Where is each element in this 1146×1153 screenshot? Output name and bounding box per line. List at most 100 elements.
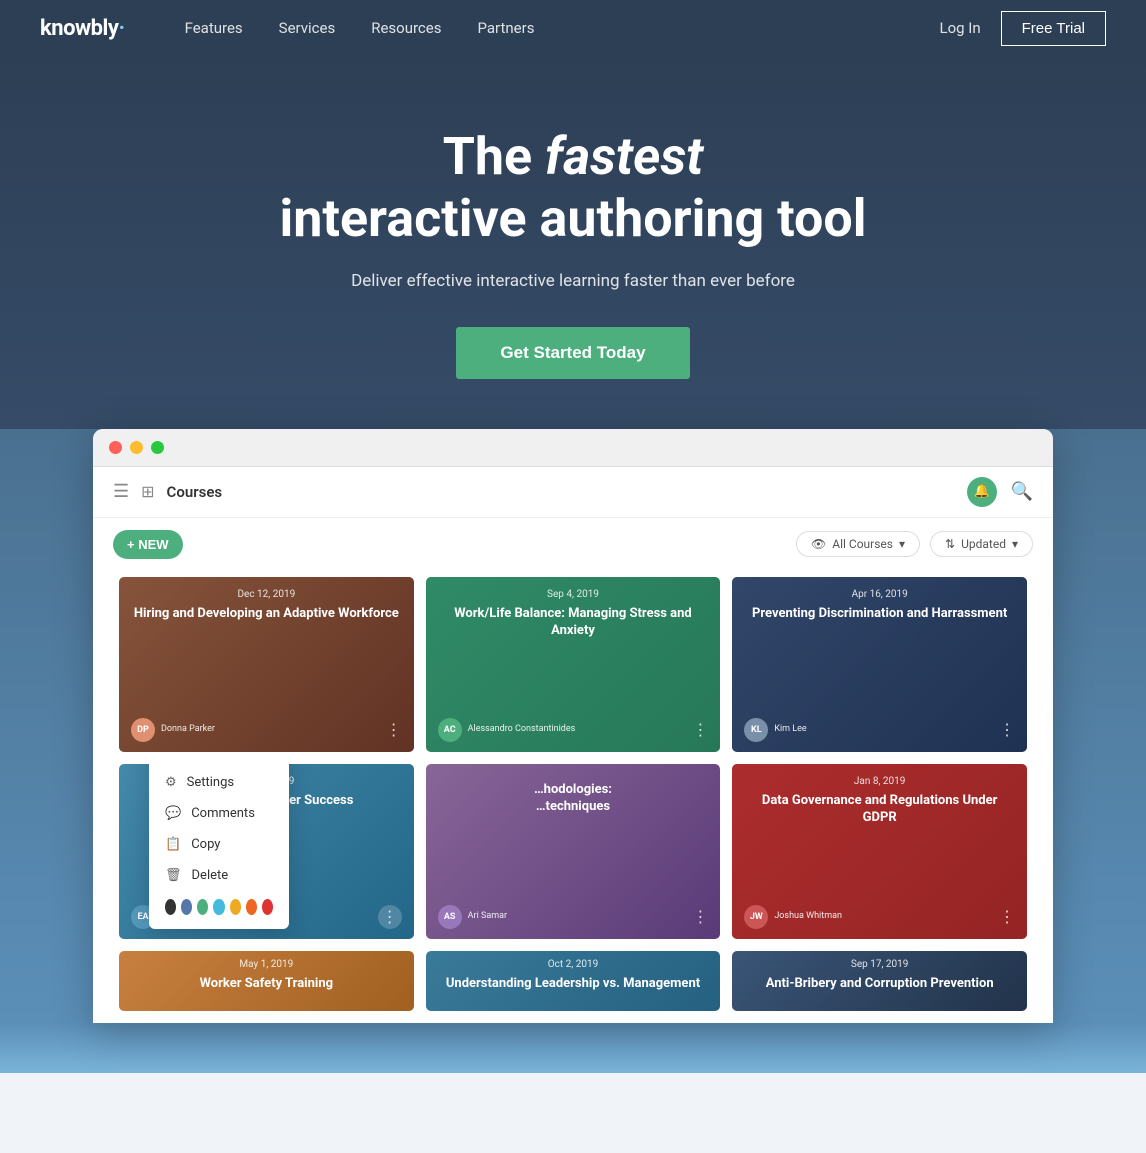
- logo: knowbly·: [40, 16, 125, 41]
- color-picker: [149, 891, 289, 923]
- browser-dot-minimize: [130, 441, 143, 454]
- new-course-button[interactable]: + NEW: [113, 530, 183, 559]
- card-date-1: Dec 12, 2019: [133, 589, 400, 600]
- wave-section: [0, 1023, 1146, 1073]
- color-dot-6[interactable]: [246, 899, 257, 915]
- course-card-3[interactable]: Apr 16, 2019 Preventing Discrimination a…: [732, 577, 1027, 752]
- card-title-9: Anti-Bribery and Corruption Prevention: [744, 976, 1015, 993]
- author-name-2: Alessandro Constantinides: [468, 724, 576, 735]
- avatar-5: AS: [438, 905, 462, 929]
- course-grid-partial: May 1, 2019 Worker Safety Training Oct 2…: [93, 945, 1053, 1023]
- card-more-1[interactable]: ⋮: [386, 720, 402, 739]
- menu-item-comments[interactable]: 💬 Comments: [149, 798, 289, 829]
- app-header: ☰ ⊞ Courses 🔔 🔍: [93, 467, 1053, 518]
- course-card-2[interactable]: Sep 4, 2019 Work/Life Balance: Managing …: [426, 577, 721, 752]
- chevron-down-icon2: ▾: [1012, 537, 1018, 551]
- author-name-3: Kim Lee: [774, 724, 806, 735]
- comments-icon: 💬: [165, 806, 181, 821]
- card-more-4[interactable]: ⋮: [378, 905, 402, 929]
- nav-features[interactable]: Features: [185, 19, 243, 37]
- card-date-9: Sep 17, 2019: [744, 959, 1015, 970]
- menu-item-delete[interactable]: 🗑 Delete: [149, 860, 289, 891]
- hero-section: The fastest interactive authoring tool D…: [0, 56, 1146, 1023]
- menu-item-copy[interactable]: 📋 Copy: [149, 829, 289, 860]
- copy-icon: 📋: [165, 837, 181, 852]
- delete-label: Delete: [192, 868, 229, 883]
- course-dropdown-menu: ✈ Publish ⚙ Settings 💬 Comments 📋: [149, 764, 289, 929]
- hero-headline: The fastest interactive authoring tool: [40, 126, 1106, 251]
- nav-resources[interactable]: Resources: [371, 19, 441, 37]
- get-started-button[interactable]: Get Started Today: [456, 327, 689, 379]
- browser-dot-maximize: [151, 441, 164, 454]
- author-name-6: Joshua Whitman: [774, 911, 842, 922]
- color-dot-2[interactable]: [181, 899, 192, 915]
- eye-icon: 👁: [811, 537, 826, 551]
- color-dot-7[interactable]: [262, 899, 273, 915]
- card-more-3[interactable]: ⋮: [999, 720, 1015, 739]
- nav-right: Log In Free Trial: [940, 11, 1107, 46]
- course-card-5[interactable]: …hodologies:…techniques AS Ari Samar ⋮: [426, 764, 721, 939]
- avatar-1: DP: [131, 718, 155, 742]
- sort-icon: ⇅: [945, 537, 955, 551]
- headline-italic: fastest: [545, 126, 703, 187]
- card-title-6: Data Governance and Regulations Under GD…: [746, 793, 1013, 827]
- card-title-5: …hodologies:…techniques: [440, 782, 707, 816]
- card-title-3: Preventing Discrimination and Harrassmen…: [746, 606, 1013, 623]
- card-date-3: Apr 16, 2019: [746, 589, 1013, 600]
- login-button[interactable]: Log In: [940, 19, 981, 37]
- notification-count: 🔔: [973, 484, 989, 499]
- search-icon[interactable]: 🔍: [1011, 481, 1033, 502]
- card-title-7: Worker Safety Training: [131, 976, 402, 993]
- filter-all-courses[interactable]: 👁 All Courses ▾: [796, 531, 920, 557]
- headline-text2: interactive authoring tool: [279, 188, 866, 249]
- free-trial-button[interactable]: Free Trial: [1001, 11, 1106, 46]
- avatar-3: KL: [744, 718, 768, 742]
- card-date-2: Sep 4, 2019: [440, 589, 707, 600]
- card-footer-1: DP Donna Parker ⋮: [131, 718, 402, 742]
- settings-label: Settings: [187, 775, 234, 790]
- app-header-right: 🔔 🔍: [967, 477, 1033, 507]
- card-more-5[interactable]: ⋮: [692, 907, 708, 926]
- card-author-1: DP Donna Parker: [131, 718, 215, 742]
- notification-button[interactable]: 🔔: [967, 477, 997, 507]
- filter-updated[interactable]: ⇅ Updated ▾: [930, 531, 1033, 557]
- card-footer-5: AS Ari Samar ⋮: [438, 905, 709, 929]
- headline-text1: The: [443, 126, 545, 187]
- browser-dot-close: [109, 441, 122, 454]
- nav-links: Features Services Resources Partners: [185, 19, 940, 37]
- nav-partners[interactable]: Partners: [477, 19, 534, 37]
- app-title: Courses: [167, 483, 223, 501]
- card-footer-3: KL Kim Lee ⋮: [744, 718, 1015, 742]
- author-name-5: Ari Samar: [468, 911, 507, 922]
- course-card-1[interactable]: Dec 12, 2019 Hiring and Developing an Ad…: [119, 577, 414, 752]
- card-date-6: Jan 8, 2019: [746, 776, 1013, 787]
- card-author-5: AS Ari Samar: [438, 905, 507, 929]
- course-card-7[interactable]: May 1, 2019 Worker Safety Training: [119, 951, 414, 1011]
- avatar-6: JW: [744, 905, 768, 929]
- app-toolbar: + NEW 👁 All Courses ▾ ⇅ Updated ▾: [93, 518, 1053, 571]
- card-more-2[interactable]: ⋮: [692, 720, 708, 739]
- card-footer-6: JW Joshua Whitman ⋮: [744, 905, 1015, 929]
- color-dot-3[interactable]: [197, 899, 208, 915]
- course-card-8[interactable]: Oct 2, 2019 Understanding Leadership vs.…: [426, 951, 721, 1011]
- card-author-3: KL Kim Lee: [744, 718, 806, 742]
- filter-updated-label: Updated: [961, 537, 1006, 551]
- menu-item-settings[interactable]: ⚙ Settings: [149, 767, 289, 798]
- course-grid: Dec 12, 2019 Hiring and Developing an Ad…: [93, 571, 1053, 945]
- course-card-6[interactable]: Jan 8, 2019 Data Governance and Regulati…: [732, 764, 1027, 939]
- footer-section: [0, 1073, 1146, 1153]
- filter-all-label: All Courses: [832, 537, 893, 551]
- color-dot-5[interactable]: [230, 899, 241, 915]
- color-dot-1[interactable]: [165, 899, 176, 915]
- color-dot-4[interactable]: [213, 899, 224, 915]
- nav-services[interactable]: Services: [279, 19, 336, 37]
- avatar-2: AC: [438, 718, 462, 742]
- hamburger-icon[interactable]: ☰: [113, 481, 129, 502]
- course-card-4[interactable]: Oct 24, 2019 Next Level Customer Success…: [119, 764, 414, 939]
- card-date-7: May 1, 2019: [131, 959, 402, 970]
- comments-label: Comments: [191, 806, 255, 821]
- card-more-6[interactable]: ⋮: [999, 907, 1015, 926]
- navbar: knowbly· Features Services Resources Par…: [0, 0, 1146, 56]
- course-card-9[interactable]: Sep 17, 2019 Anti-Bribery and Corruption…: [732, 951, 1027, 1011]
- card-author-6: JW Joshua Whitman: [744, 905, 842, 929]
